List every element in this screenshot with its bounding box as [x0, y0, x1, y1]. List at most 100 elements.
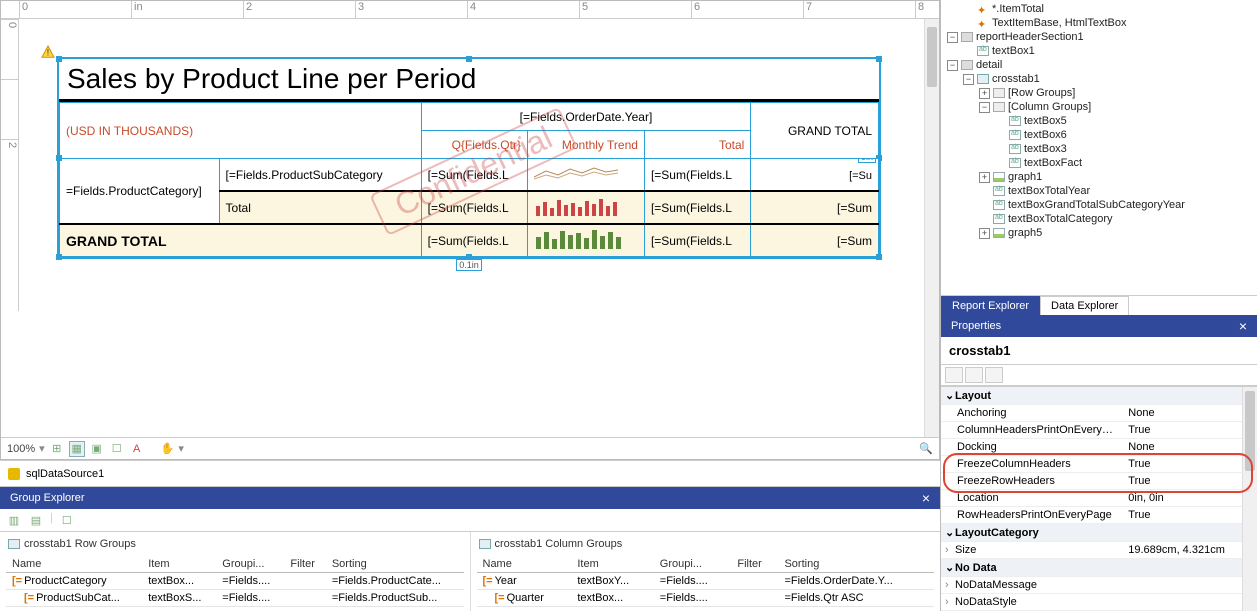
tab-data-explorer[interactable]: Data Explorer [1040, 296, 1129, 315]
expand-icon[interactable]: − [947, 60, 958, 71]
year-header[interactable]: [=Fields.OrderDate.Year] [421, 103, 751, 131]
sum-cell[interactable]: [=Sum(Fields.L [644, 224, 750, 257]
grid-icon[interactable]: ▦ [69, 441, 85, 457]
tree-item[interactable]: textBox1 [947, 44, 1253, 58]
tree-item-label: graph1 [1008, 171, 1042, 183]
crosstab[interactable]: (USD IN THOUSANDS) [=Fields.OrderDate.Ye… [59, 102, 879, 257]
spark-bars-green[interactable] [527, 224, 644, 257]
layout-icon[interactable]: ☐ [109, 441, 125, 457]
ge-tool-icon[interactable]: ☐ [59, 512, 75, 528]
close-icon[interactable]: × [922, 490, 930, 506]
sum-cell[interactable]: [=Sum(Fields.L [644, 191, 750, 224]
tree-item[interactable]: textBoxGrandTotalSubCategoryYear [947, 198, 1253, 212]
star-icon: ✦ [977, 18, 989, 28]
zoom-toolbar: 100% ▾ ⊞ ▦ ▣ ☐ A ✋ ▾ 🔍 [1, 437, 939, 459]
prop-row[interactable]: ›Size19.689cm, 4.321cm [941, 542, 1257, 559]
tree-item[interactable]: +[Row Groups] [947, 86, 1253, 100]
ge-tool-icon[interactable]: ▤ [28, 512, 44, 528]
report-title[interactable]: Sales by Product Line per Period [59, 59, 879, 102]
text-icon[interactable]: A [129, 441, 145, 457]
prop-row[interactable]: FreezeRowHeadersTrue [941, 473, 1257, 490]
tree-item[interactable]: −reportHeaderSection1 [947, 30, 1253, 44]
tree-item[interactable]: textBoxFact [947, 156, 1253, 170]
tab-report-explorer[interactable]: Report Explorer [941, 296, 1040, 315]
tree-item[interactable]: −detail [947, 58, 1253, 72]
expand-icon[interactable]: + [979, 88, 990, 99]
prop-tool-icon[interactable] [985, 367, 1003, 383]
expand-icon[interactable]: − [963, 74, 974, 85]
hand-tool-icon[interactable]: ✋ [161, 442, 175, 455]
prop-category[interactable]: ⌄Layout [941, 387, 1257, 405]
prop-row[interactable]: ColumnHeadersPrintOnEveryPageTrue [941, 422, 1257, 439]
tree-item[interactable]: textBox5 [947, 114, 1253, 128]
sum-cell[interactable]: [=Sum(Fields.L [644, 159, 750, 192]
zoom-value[interactable]: 100% [7, 443, 35, 455]
ge-tool-icon[interactable]: ▥ [6, 512, 22, 528]
graph-icon [993, 228, 1005, 238]
tree-item[interactable]: −crosstab1 [947, 72, 1253, 86]
prod-cat-cell[interactable]: =Fields.ProductCategory] [60, 159, 220, 225]
total-header[interactable]: Total [644, 131, 750, 159]
cross-icon [977, 74, 989, 84]
grand-total-row[interactable]: GRAND TOTAL [60, 224, 422, 257]
prop-row[interactable]: FreezeColumnHeadersTrue [941, 456, 1257, 473]
col-groups-grid[interactable]: NameItemGroupi...FilterSorting [=Yeartex… [477, 556, 935, 607]
tree-item[interactable]: ✦*.ItemTotal [947, 2, 1253, 16]
props-scrollbar[interactable] [1242, 387, 1257, 611]
snap-icon[interactable]: ⊞ [49, 441, 65, 457]
sum-cell[interactable]: [=Sum [751, 191, 879, 224]
prop-row[interactable]: DockingNone [941, 439, 1257, 456]
tree-item[interactable]: − [Column Groups] [947, 100, 1253, 114]
sum-cell[interactable]: [=Sum(Fields.L [421, 159, 527, 192]
properties-grid[interactable]: ⌄LayoutAnchoringNoneColumnHeadersPrintOn… [941, 386, 1257, 611]
prop-row[interactable]: ›NoDataStyle [941, 594, 1257, 611]
sum-cell[interactable]: [=Su0in [751, 159, 879, 192]
row-total[interactable]: Total [219, 191, 421, 224]
prop-row[interactable]: ›NoDataMessage [941, 577, 1257, 594]
prop-category[interactable]: ⌄LayoutCategory [941, 524, 1257, 542]
row-groups-grid[interactable]: NameItemGroupi...FilterSorting [=Product… [6, 556, 464, 607]
close-icon[interactable]: × [1239, 318, 1247, 334]
align-icon[interactable]: ▣ [89, 441, 105, 457]
sum-cell[interactable]: [=Sum(Fields.L [421, 191, 527, 224]
find-icon[interactable]: 🔍 [919, 442, 933, 455]
grand-total-col[interactable]: GRAND TOTAL [751, 103, 879, 159]
properties-title: Properties × [941, 315, 1257, 337]
spark-bars[interactable] [527, 191, 644, 224]
prop-row[interactable]: Location0in, 0in [941, 490, 1257, 507]
crosstab-selection[interactable]: Sales by Product Line per Period Confide… [59, 59, 879, 257]
expand-icon[interactable]: − [979, 102, 990, 113]
q-header[interactable]: Q{Fields.Qtr} [421, 131, 527, 159]
sum-cell[interactable]: [=Sum(Fields.L [421, 224, 527, 257]
expand-icon[interactable]: + [979, 228, 990, 239]
trend-header[interactable]: Monthly Trend [527, 131, 644, 159]
tree-item[interactable]: textBoxTotalYear [947, 184, 1253, 198]
svg-text:!: ! [47, 48, 50, 59]
tree-item[interactable]: textBox6 [947, 128, 1253, 142]
datasource-row[interactable]: sqlDataSource1 [0, 460, 940, 486]
tree-item[interactable]: ✦TextItemBase, HtmlTextBox [947, 16, 1253, 30]
spark-line[interactable] [527, 159, 644, 192]
prop-category[interactable]: ⌄No Data [941, 559, 1257, 577]
tree-item[interactable]: + graph1 [947, 170, 1253, 184]
expand-icon[interactable]: + [979, 172, 990, 183]
tree-item[interactable]: textBoxTotalCategory [947, 212, 1253, 226]
txt-icon [993, 214, 1005, 224]
prop-tool-icon[interactable] [965, 367, 983, 383]
expand-icon[interactable]: − [947, 32, 958, 43]
prop-tool-icon[interactable] [945, 367, 963, 383]
tree-item[interactable]: +graph5 [947, 226, 1253, 240]
txt-icon [1009, 158, 1021, 168]
note-cell[interactable]: (USD IN THOUSANDS) [60, 103, 422, 159]
table-row: [=ProductSubCat...textBoxS...=Fields....… [6, 590, 464, 607]
sum-cell[interactable]: [=Sum [751, 224, 879, 257]
report-explorer-tree[interactable]: ✦*.ItemTotal✦TextItemBase, HtmlTextBox−r… [941, 0, 1257, 295]
txt-icon [1009, 116, 1021, 126]
prop-row[interactable]: RowHeadersPrintOnEveryPageTrue [941, 507, 1257, 524]
tree-item-label: [Column Groups] [1008, 101, 1091, 113]
table-row: [=YeartextBoxY...=Fields....=Fields.Orde… [477, 573, 935, 590]
prop-row[interactable]: AnchoringNone [941, 405, 1257, 422]
prod-subcat-cell[interactable]: [=Fields.ProductSubCategory [219, 159, 421, 192]
graph-icon [993, 172, 1005, 182]
tree-item[interactable]: textBox3 [947, 142, 1253, 156]
